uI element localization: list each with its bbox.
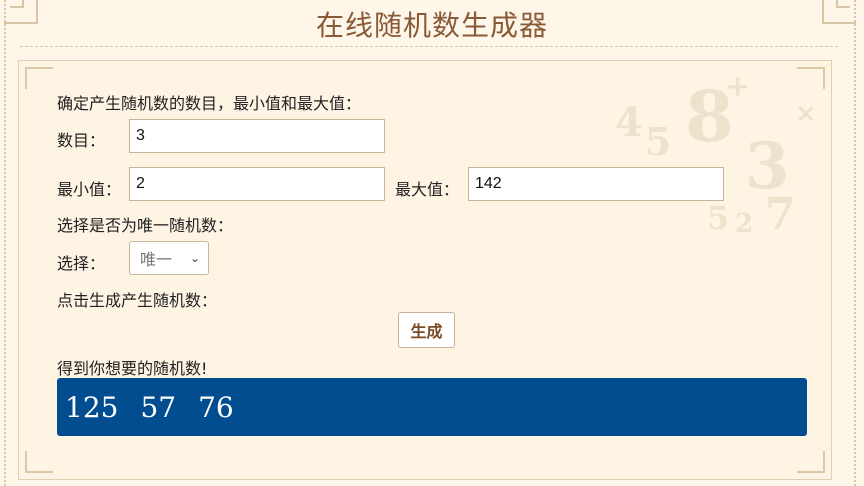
chevron-down-icon: ⌄	[189, 251, 200, 265]
intro-text: 确定产生随机数的数目，最小值和最大值：	[57, 94, 362, 113]
generate-button[interactable]: 生成	[398, 312, 455, 348]
select-label: 选择：	[57, 254, 106, 273]
title-divider	[20, 46, 838, 47]
result-heading: 得到你想要的随机数!	[57, 359, 208, 378]
click-prompt: 点击生成产生随机数：	[57, 291, 218, 310]
result-display: 125 57 76	[57, 378, 807, 436]
panel-corner-ornament	[797, 451, 825, 473]
unique-prompt: 选择是否为唯一随机数：	[57, 216, 234, 235]
max-label: 最大值：	[395, 180, 460, 199]
numbers-background-art: 8 3 5 5 2 7 4 + ×	[615, 69, 817, 240]
count-input[interactable]	[129, 119, 385, 153]
unique-select[interactable]: 唯一 ⌄	[129, 241, 209, 275]
panel-corner-ornament	[25, 67, 53, 89]
page-title: 在线随机数生成器	[315, 9, 548, 42]
min-input[interactable]	[129, 167, 385, 201]
result-number: 57	[140, 390, 177, 424]
generator-panel: 8 3 5 5 2 7 4 + × 确定产生随机数的数目，最小值和最大值： 数目…	[18, 60, 832, 480]
result-number: 76	[198, 390, 234, 424]
count-label: 数目：	[57, 131, 106, 150]
panel-corner-ornament	[25, 451, 53, 473]
unique-select-value: 唯一	[140, 250, 173, 269]
panel-corner-ornament	[797, 67, 825, 89]
max-input[interactable]	[468, 167, 724, 201]
min-label: 最小值：	[57, 180, 122, 199]
result-number: 125	[65, 390, 119, 424]
